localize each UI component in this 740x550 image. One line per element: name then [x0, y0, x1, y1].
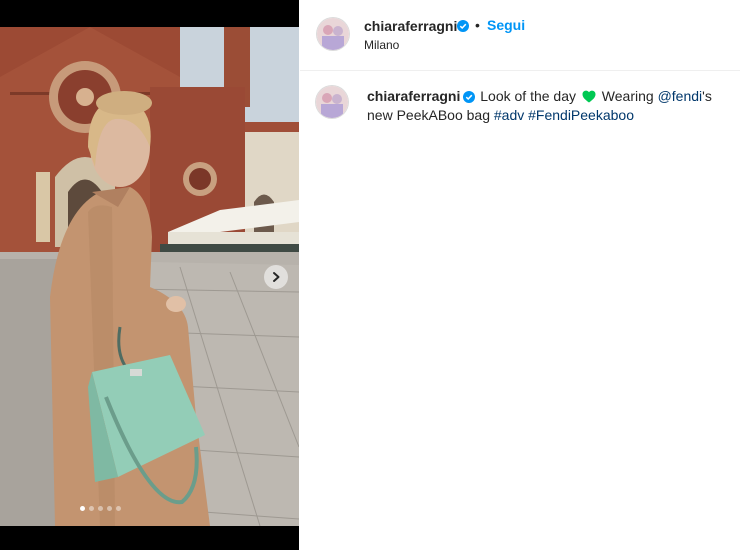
chevron-right-icon — [273, 272, 280, 282]
caption-text: Look of the day — [480, 88, 577, 104]
next-slide-button[interactable] — [264, 265, 288, 289]
post-media — [0, 0, 299, 550]
post-image — [0, 27, 299, 526]
header-username[interactable]: chiaraferragni — [364, 18, 457, 34]
verified-badge-icon — [457, 20, 469, 32]
avatar-image — [316, 86, 348, 118]
follow-button[interactable]: Segui — [487, 17, 525, 33]
header-separator: • — [475, 17, 480, 33]
hashtag-link[interactable]: #FendiPeekaboo — [528, 107, 634, 123]
caption-text: Wearing — [601, 88, 654, 104]
caption-username[interactable]: chiaraferragni — [367, 88, 460, 104]
carousel-dot — [97, 506, 103, 511]
hashtag-link[interactable]: #adv — [494, 107, 524, 123]
post-location[interactable]: Milano — [364, 38, 399, 52]
caption-avatar[interactable] — [316, 86, 348, 118]
green-heart-icon — [582, 90, 596, 103]
carousel-dot — [106, 506, 112, 511]
post-caption: chiaraferragni Look of the day Wearing @… — [367, 87, 739, 125]
carousel-dot — [115, 506, 121, 511]
post-header: chiaraferragni • Segui Milano — [300, 0, 740, 71]
post-info-panel: chiaraferragni • Segui Milano chiaraferr… — [300, 0, 740, 550]
avatar-image — [317, 18, 349, 50]
carousel-indicator — [0, 506, 200, 511]
mention-link[interactable]: @fendi — [658, 88, 703, 104]
avatar[interactable] — [317, 18, 349, 50]
verified-badge-icon — [463, 91, 476, 103]
carousel-dot — [88, 506, 94, 511]
post-photo — [0, 27, 299, 526]
carousel-dot-active — [79, 506, 85, 511]
